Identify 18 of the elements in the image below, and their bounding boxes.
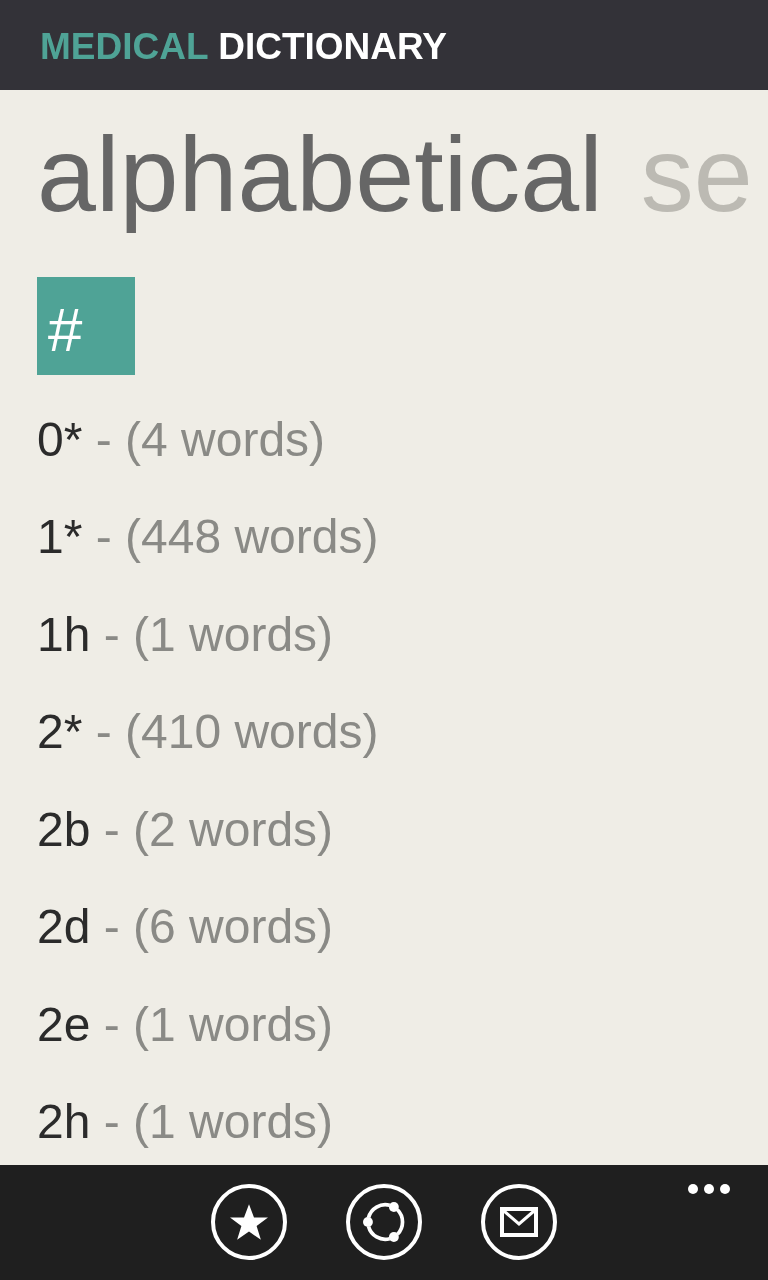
connected-dots-icon: [363, 1202, 405, 1242]
more-options-icon[interactable]: [688, 1184, 730, 1194]
share-button[interactable]: [346, 1184, 422, 1260]
letter-group-item[interactable]: 1h - (1 words): [37, 606, 334, 663]
letter-group-item[interactable]: 0* - (4 words): [37, 411, 326, 468]
letter-group-item[interactable]: 2* - (410 words): [37, 704, 379, 760]
app-name: DICTIONARY: [218, 25, 447, 67]
pivot-tab[interactable]: alphabetical: [37, 114, 603, 236]
email-button[interactable]: [481, 1184, 557, 1260]
letter-group-item[interactable]: 2d - (6 words): [37, 899, 334, 955]
favorite-button[interactable]: [211, 1184, 287, 1260]
letter-group-item[interactable]: 2h - (1 words): [37, 1094, 334, 1150]
star-icon: [230, 1204, 268, 1240]
letter-group-item[interactable]: 2e - (1 words): [37, 996, 334, 1053]
letter-group-item[interactable]: 1* - (448 words): [37, 509, 379, 565]
app-name-accent: MEDICAL: [40, 25, 208, 67]
envelope-icon: [500, 1207, 538, 1237]
letter-group-item[interactable]: 2b - (2 words): [37, 801, 334, 858]
